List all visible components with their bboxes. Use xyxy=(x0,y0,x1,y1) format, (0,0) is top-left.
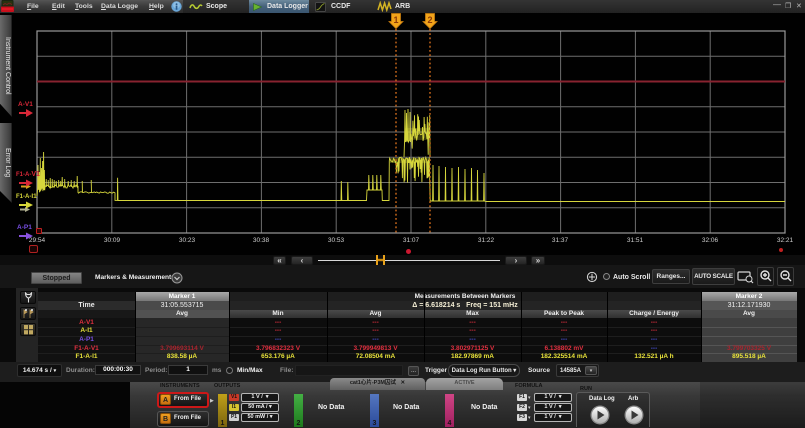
svg-text:1: 1 xyxy=(393,15,398,25)
svg-text:2: 2 xyxy=(427,15,432,25)
